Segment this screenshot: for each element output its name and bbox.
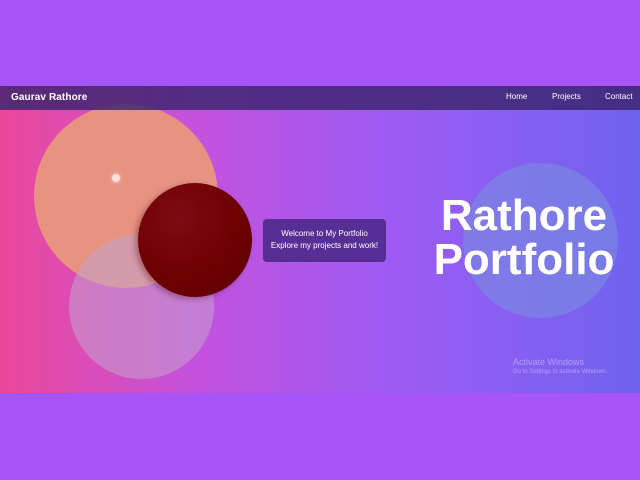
watermark-title: Activate Windows (513, 357, 585, 367)
nav-link-contact[interactable]: Contact (605, 92, 633, 101)
watermark-subtitle: Go to Settings to activate Windows. (513, 369, 608, 375)
brand-logo-text[interactable]: Gaurav Rathore (11, 92, 87, 103)
hero-title-line-1: Rathore (440, 191, 608, 240)
activate-windows-watermark: Activate Windows Go to Settings to activ… (513, 356, 639, 377)
welcome-card: Welcome to My Portfolio Explore my proje… (263, 219, 386, 262)
decorative-dark-red-circle (138, 183, 252, 297)
nav-link-projects[interactable]: Projects (552, 92, 581, 101)
welcome-subtitle: Explore my projects and work! (270, 241, 379, 250)
decorative-dot (112, 174, 120, 182)
welcome-title: Welcome to My Portfolio (281, 229, 368, 238)
nav-link-home[interactable]: Home (506, 92, 527, 101)
portfolio-page: Gaurav Rathore Home Projects Contact Wel… (0, 86, 640, 393)
hero-title-line-2: Portfolio (433, 235, 615, 284)
navbar: Gaurav Rathore Home Projects Contact (0, 86, 640, 110)
hero-title: Rathore Portfolio (411, 194, 637, 282)
